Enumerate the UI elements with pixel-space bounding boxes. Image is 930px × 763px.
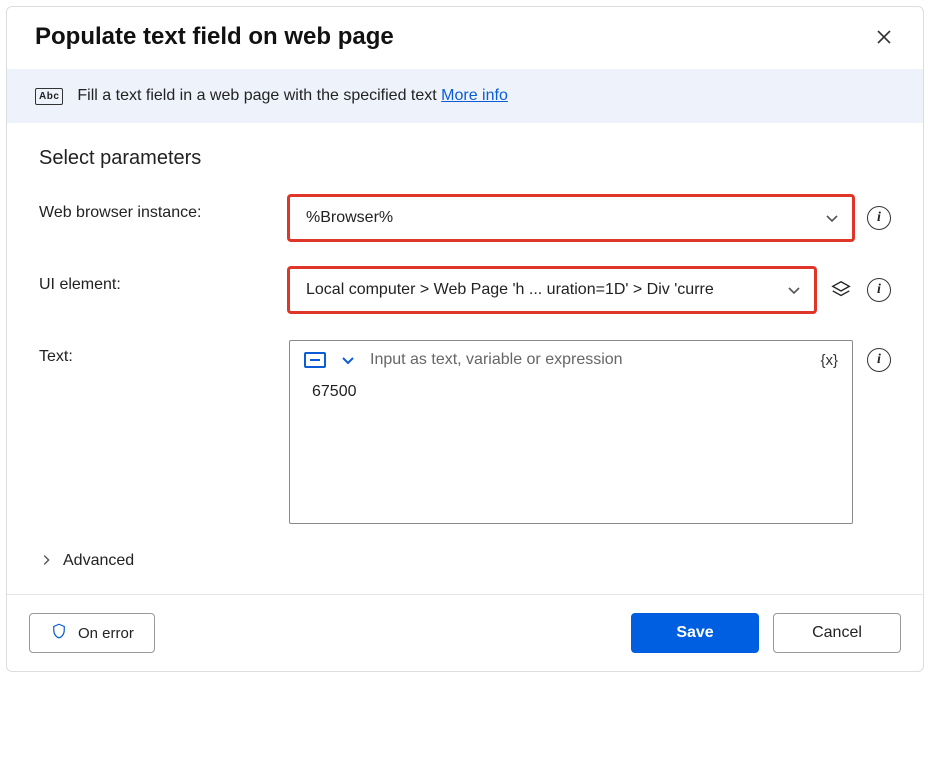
text-mode-icon[interactable] [304,352,326,368]
param-row-text: Text: Input as text, variable or express… [39,340,891,524]
info-bar: Abc Fill a text field in a web page with… [7,69,923,123]
advanced-label: Advanced [63,552,134,570]
on-error-label: On error [78,625,134,642]
info-icon-ui-element[interactable]: i [867,278,891,302]
ui-element-picker-button[interactable] [829,278,853,302]
browser-value: %Browser% [306,209,393,227]
dialog-header: Populate text field on web page [7,7,923,69]
chevron-down-icon [824,210,840,226]
dialog-title: Populate text field on web page [35,23,394,51]
cancel-button[interactable]: Cancel [773,613,901,653]
param-row-browser: Web browser instance: %Browser% i [39,196,891,240]
ui-element-value: Local computer > Web Page 'h ... uration… [306,281,714,299]
info-icon-text[interactable]: i [867,348,891,372]
close-icon [876,29,892,45]
shield-icon [50,622,68,644]
text-placeholder: Input as text, variable or expression [370,351,806,369]
dialog-footer: On error Save Cancel [7,594,923,671]
more-info-link[interactable]: More info [441,87,508,104]
close-button[interactable] [873,26,895,48]
chevron-down-icon [786,282,802,298]
text-mode-dropdown[interactable] [340,352,356,368]
browser-dropdown[interactable]: %Browser% [289,196,853,240]
text-value[interactable]: 67500 [290,373,852,523]
text-label: Text: [39,340,289,366]
browser-label: Web browser instance: [39,196,289,222]
layers-icon [830,279,852,301]
chevron-right-icon [39,553,55,569]
text-input-box[interactable]: Input as text, variable or expression {x… [289,340,853,524]
ui-element-dropdown[interactable]: Local computer > Web Page 'h ... uration… [289,268,815,312]
insert-variable-button[interactable]: {x} [820,352,838,369]
info-text: Fill a text field in a web page with the… [77,87,507,105]
advanced-toggle[interactable]: Advanced [39,552,891,570]
footer-buttons: Save Cancel [631,613,901,653]
save-button[interactable]: Save [631,613,759,653]
dialog-body: Select parameters Web browser instance: … [7,123,923,594]
text-input-header: Input as text, variable or expression {x… [290,341,852,373]
section-title: Select parameters [39,147,891,170]
action-dialog: Populate text field on web page Abc Fill… [6,6,924,672]
ui-element-label: UI element: [39,268,289,294]
on-error-button[interactable]: On error [29,613,155,653]
info-icon-browser[interactable]: i [867,206,891,230]
param-row-ui-element: UI element: Local computer > Web Page 'h… [39,268,891,312]
abc-icon: Abc [35,88,63,105]
